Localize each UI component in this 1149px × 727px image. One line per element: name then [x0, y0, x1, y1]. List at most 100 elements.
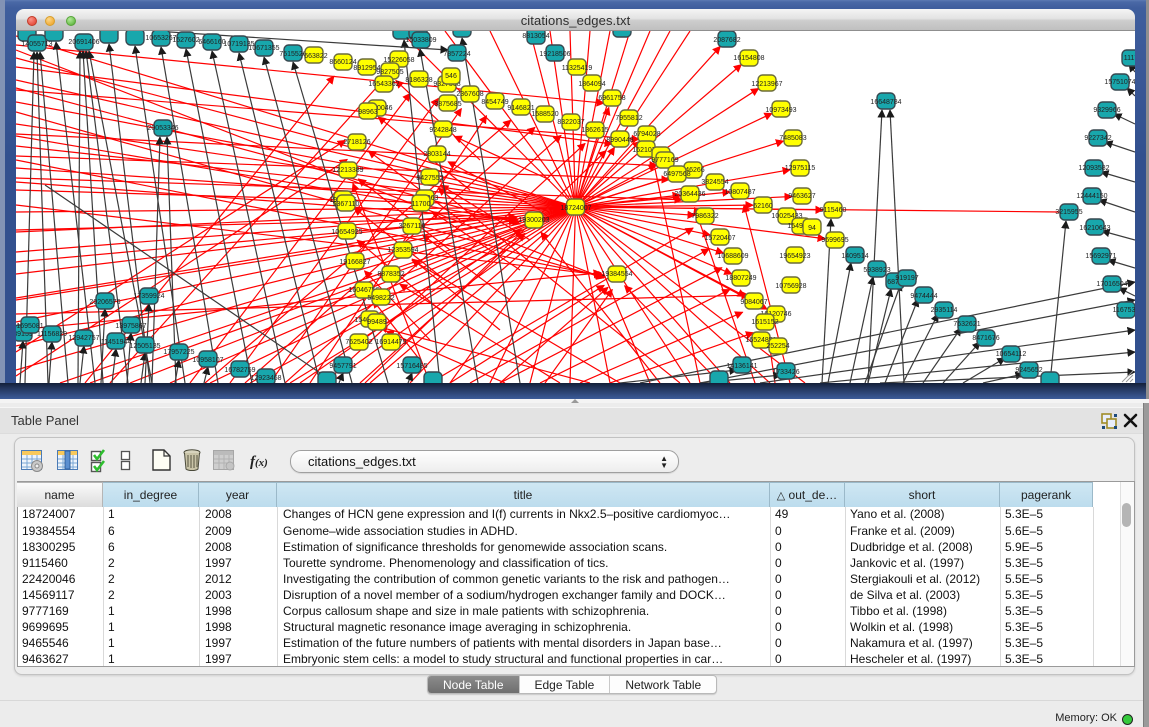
svg-text:15692971: 15692971: [1085, 253, 1116, 260]
svg-text:(x): (x): [255, 457, 268, 469]
svg-text:94: 94: [808, 225, 816, 232]
svg-text:16914479: 16914479: [375, 339, 406, 346]
svg-text:8878352: 8878352: [377, 271, 404, 278]
svg-text:11700: 11700: [412, 201, 431, 208]
svg-text:12942757: 12942757: [68, 335, 99, 342]
svg-text:9329966: 9329966: [1093, 107, 1120, 114]
svg-text:15751074: 15751074: [1104, 79, 1135, 86]
svg-text:15720407: 15720407: [704, 235, 735, 242]
svg-text:12213967: 12213967: [751, 81, 782, 88]
svg-text:2803144: 2803144: [423, 151, 450, 158]
svg-text:1409514: 1409514: [841, 253, 868, 260]
svg-text:17016504: 17016504: [1096, 281, 1127, 288]
svg-text:16648784: 16648784: [870, 99, 901, 106]
svg-text:9227342: 9227342: [1084, 135, 1111, 142]
svg-text:7955812: 7955812: [615, 115, 642, 122]
svg-text:2718126: 2718126: [343, 139, 370, 146]
svg-text:1362615: 1362615: [581, 127, 608, 134]
svg-text:10973493: 10973493: [765, 107, 796, 114]
svg-text:20364436: 20364436: [674, 191, 705, 198]
svg-text:12353594: 12353594: [387, 247, 418, 254]
svg-text:10654925: 10654925: [331, 229, 362, 236]
svg-text:6794028: 6794028: [633, 131, 660, 138]
svg-text:8454749: 8454749: [481, 99, 508, 106]
svg-text:98963: 98963: [358, 109, 378, 116]
svg-text:9777169: 9777169: [651, 157, 678, 164]
svg-text:17957225: 17957225: [163, 349, 194, 356]
svg-text:12505135: 12505135: [129, 343, 160, 350]
svg-text:12213389: 12213389: [332, 167, 363, 174]
svg-text:1864094: 1864094: [578, 81, 605, 88]
svg-text:5367110: 5367110: [333, 201, 360, 208]
svg-text:3267110: 3267110: [399, 223, 426, 230]
svg-text:9463627: 9463627: [788, 193, 815, 200]
svg-text:1695081: 1695081: [16, 323, 43, 330]
svg-text:12975115: 12975115: [785, 165, 816, 172]
svg-text:20691406: 20691406: [68, 39, 99, 46]
svg-text:1615152: 1615152: [751, 319, 778, 326]
svg-text:6961758: 6961758: [598, 95, 625, 102]
svg-text:9474444: 9474444: [910, 293, 937, 300]
svg-text:19384554: 19384554: [601, 271, 632, 278]
svg-text:20206576: 20206576: [89, 299, 120, 306]
svg-text:16033809: 16033809: [405, 37, 436, 44]
svg-text:16543362: 16543362: [368, 81, 399, 88]
svg-text:19300203: 19300203: [518, 217, 549, 224]
svg-text:20053346: 20053346: [147, 125, 178, 132]
svg-text:99489: 99489: [367, 319, 387, 326]
svg-text:2935114: 2935114: [931, 307, 958, 314]
svg-text:6466160: 6466160: [198, 39, 225, 46]
svg-text:10671355: 10671355: [248, 45, 279, 52]
svg-text:252254: 252254: [766, 343, 789, 350]
svg-text:9827505: 9827505: [376, 69, 403, 76]
svg-text:9699695: 9699695: [821, 237, 848, 244]
svg-text:5498222: 5498222: [367, 295, 394, 302]
svg-text:8813054: 8813054: [522, 33, 549, 40]
svg-text:3824554: 3824554: [701, 179, 728, 186]
svg-text:8186328: 8186328: [405, 77, 432, 84]
svg-text:7857224: 7857224: [443, 51, 470, 58]
svg-text:9115460: 9115460: [820, 207, 847, 214]
svg-text:2087682: 2087682: [713, 37, 740, 44]
svg-text:19218506: 19218506: [539, 51, 570, 58]
svg-text:7663822: 7663822: [300, 53, 327, 60]
svg-text:7986322: 7986322: [691, 213, 718, 220]
svg-text:12093582: 12093582: [1078, 165, 1109, 172]
svg-text:15716485: 15716485: [396, 363, 427, 370]
svg-text:19166827: 19166827: [339, 259, 370, 266]
svg-text:7625402: 7625402: [345, 339, 372, 346]
svg-text:17359924: 17359924: [133, 293, 164, 300]
svg-text:18724007: 18724007: [560, 205, 591, 212]
svg-text:8990448: 8990448: [606, 137, 633, 144]
svg-text:10958107: 10958107: [192, 357, 223, 364]
svg-text:8427552: 8427552: [416, 175, 443, 182]
svg-text:1733426: 1733426: [772, 369, 799, 376]
svg-text:10654112: 10654112: [996, 351, 1027, 358]
svg-text:1117: 1117: [1124, 55, 1135, 62]
svg-text:919197: 919197: [895, 275, 918, 282]
svg-text:12444150: 12444150: [1076, 193, 1107, 200]
svg-text:10688609: 10688609: [717, 253, 748, 260]
svg-text:16154808: 16154808: [733, 55, 764, 62]
svg-text:1167534: 1167534: [1113, 307, 1135, 314]
svg-text:8322037: 8322037: [557, 119, 584, 126]
svg-text:9245652: 9245652: [1015, 367, 1042, 374]
svg-text:11156829: 11156829: [37, 331, 67, 338]
svg-text:7632621: 7632621: [953, 321, 980, 328]
svg-text:9084067: 9084067: [740, 299, 767, 306]
svg-text:6497568: 6497568: [663, 171, 690, 178]
svg-text:1588520: 1588520: [531, 111, 558, 118]
svg-text:10807487: 10807487: [724, 189, 755, 196]
svg-text:9242848: 9242848: [429, 127, 456, 134]
svg-text:14136141: 14136141: [726, 363, 757, 370]
svg-text:13975867: 13975867: [115, 323, 146, 330]
svg-text:7485083: 7485083: [779, 135, 806, 142]
svg-text:10756928: 10756928: [775, 283, 806, 290]
svg-text:3215955: 3215955: [1055, 209, 1082, 216]
svg-text:14055713: 14055713: [21, 41, 52, 48]
svg-text:16210643: 16210643: [1079, 225, 1110, 232]
svg-text:12923468: 12923468: [250, 375, 281, 382]
svg-text:546: 546: [445, 73, 457, 80]
svg-text:5938923: 5938923: [863, 267, 890, 274]
svg-text:11451944: 11451944: [101, 339, 132, 346]
